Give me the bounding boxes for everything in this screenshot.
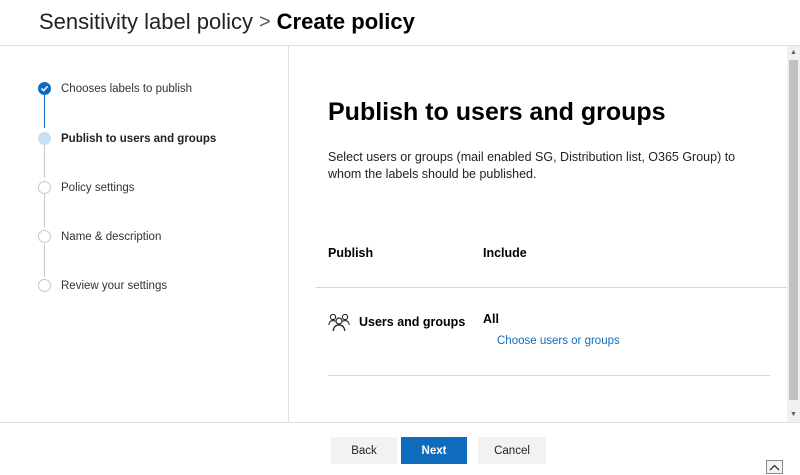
cancel-button[interactable]: Cancel (478, 437, 546, 464)
step-pending-dot-icon (38, 279, 51, 292)
back-button[interactable]: Back (331, 437, 397, 464)
choose-users-groups-link[interactable]: Choose users or groups (497, 335, 620, 347)
row-divider (328, 375, 770, 376)
next-button[interactable]: Next (401, 437, 467, 464)
step-pending-dot-icon (38, 181, 51, 194)
people-icon (328, 312, 350, 332)
wizard-step-choose-labels[interactable]: Chooses labels to publish (38, 82, 192, 95)
header-divider (316, 287, 787, 288)
breadcrumb: Sensitivity label policy > Create policy (39, 9, 415, 35)
page-header: Sensitivity label policy > Create policy (0, 0, 800, 46)
step-connector (44, 194, 45, 227)
page-breadcrumb-current: Create policy (276, 9, 415, 34)
column-header-publish: Publish (328, 246, 374, 260)
column-header-include: Include (483, 246, 527, 260)
wizard-step-policy-settings[interactable]: Policy settings (38, 181, 135, 194)
wizard-steps: Chooses labels to publish Publish to use… (0, 46, 289, 422)
main-panel: Publish to users and groups Select users… (290, 46, 787, 422)
scroll-up-arrow-icon[interactable]: ▲ (789, 48, 798, 57)
step-connector (44, 95, 45, 128)
row-label-users-groups: Users and groups (359, 315, 466, 329)
wizard-footer: Back Next Cancel (0, 422, 800, 475)
scroll-down-arrow-icon[interactable]: ▼ (789, 410, 798, 419)
page-description: Select users or groups (mail enabled SG,… (328, 150, 736, 181)
page-title: Publish to users and groups (328, 98, 666, 126)
include-value: All (483, 312, 499, 326)
step-label: Publish to users and groups (61, 132, 217, 145)
step-connector (44, 244, 45, 277)
wizard-step-name-description[interactable]: Name & description (38, 230, 161, 243)
step-label: Chooses labels to publish (61, 82, 193, 95)
step-label: Policy settings (61, 181, 135, 194)
step-current-dot-icon (38, 132, 51, 145)
wizard-step-review[interactable]: Review your settings (38, 279, 167, 292)
step-pending-dot-icon (38, 230, 51, 243)
breadcrumb-separator: > (258, 10, 271, 33)
collapse-chevron-up-icon[interactable] (766, 460, 783, 474)
step-complete-check-icon (38, 82, 51, 95)
step-label: Review your settings (61, 279, 168, 292)
step-label: Name & description (61, 230, 162, 243)
wizard-step-publish-users[interactable]: Publish to users and groups (38, 132, 216, 145)
breadcrumb-parent[interactable]: Sensitivity label policy (39, 9, 253, 35)
main-scrollbar[interactable]: ▲ ▼ (787, 46, 800, 422)
step-connector (44, 145, 45, 178)
scrollbar-thumb[interactable] (789, 60, 798, 400)
